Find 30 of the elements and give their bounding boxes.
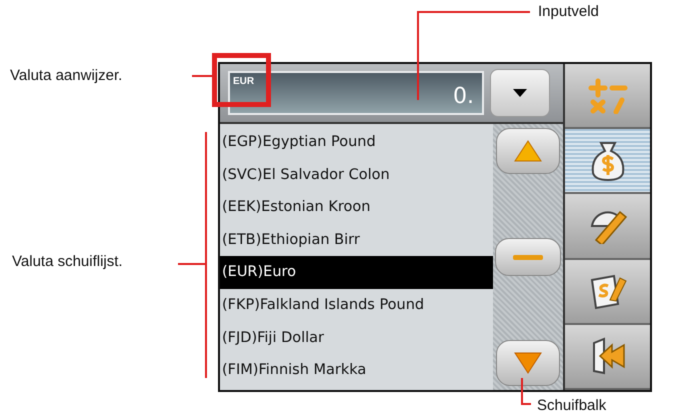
side-tool-button[interactable] — [565, 260, 650, 325]
currency-list-item[interactable]: (EEK)Estonian Kroon — [220, 191, 493, 224]
currency-indicator: EUR — [233, 76, 254, 87]
currency-list-item[interactable]: (FJD)Fiji Dollar — [220, 322, 493, 354]
currency-list-item[interactable]: (FIM)Finnish Markka — [220, 354, 493, 387]
dash-icon — [513, 254, 543, 260]
callout-label: Schuifbalk — [537, 397, 606, 414]
dropdown-button[interactable] — [490, 69, 550, 117]
currency-list-item[interactable]: (ETB)Ethiopian Birr — [220, 224, 493, 256]
amount-input-field[interactable]: EUR 0. — [228, 71, 484, 115]
math-operators-icon — [588, 78, 628, 114]
currency-list-item[interactable]: (FKP)Falkland Islands Pound — [220, 288, 493, 322]
scroll-up-button[interactable] — [496, 128, 560, 174]
down-triangle-icon — [514, 352, 542, 374]
money-bag-icon — [588, 140, 626, 181]
up-triangle-icon — [514, 140, 542, 162]
scroll-down-button[interactable] — [496, 340, 560, 386]
currency-list-item[interactable]: (EGP)Egyptian Pound — [220, 126, 493, 159]
side-tool-button[interactable] — [565, 129, 650, 194]
currency-list-item[interactable]: (EUR)Euro — [220, 256, 493, 289]
side-tool-button[interactable] — [565, 324, 650, 390]
scroll-thumb[interactable] — [495, 238, 561, 276]
callout-label: Valuta schuiflijst. — [12, 253, 123, 270]
side-tool-button[interactable] — [565, 194, 650, 260]
callout-label: Valuta aanwijzer. — [10, 67, 122, 84]
callout-label: Inputveld — [538, 3, 599, 20]
amount-value: 0. — [453, 84, 474, 109]
currency-list-item[interactable]: (SVC)El Salvador Colon — [220, 158, 493, 192]
side-tool-button[interactable] — [565, 64, 650, 130]
caret-icon — [513, 89, 527, 97]
